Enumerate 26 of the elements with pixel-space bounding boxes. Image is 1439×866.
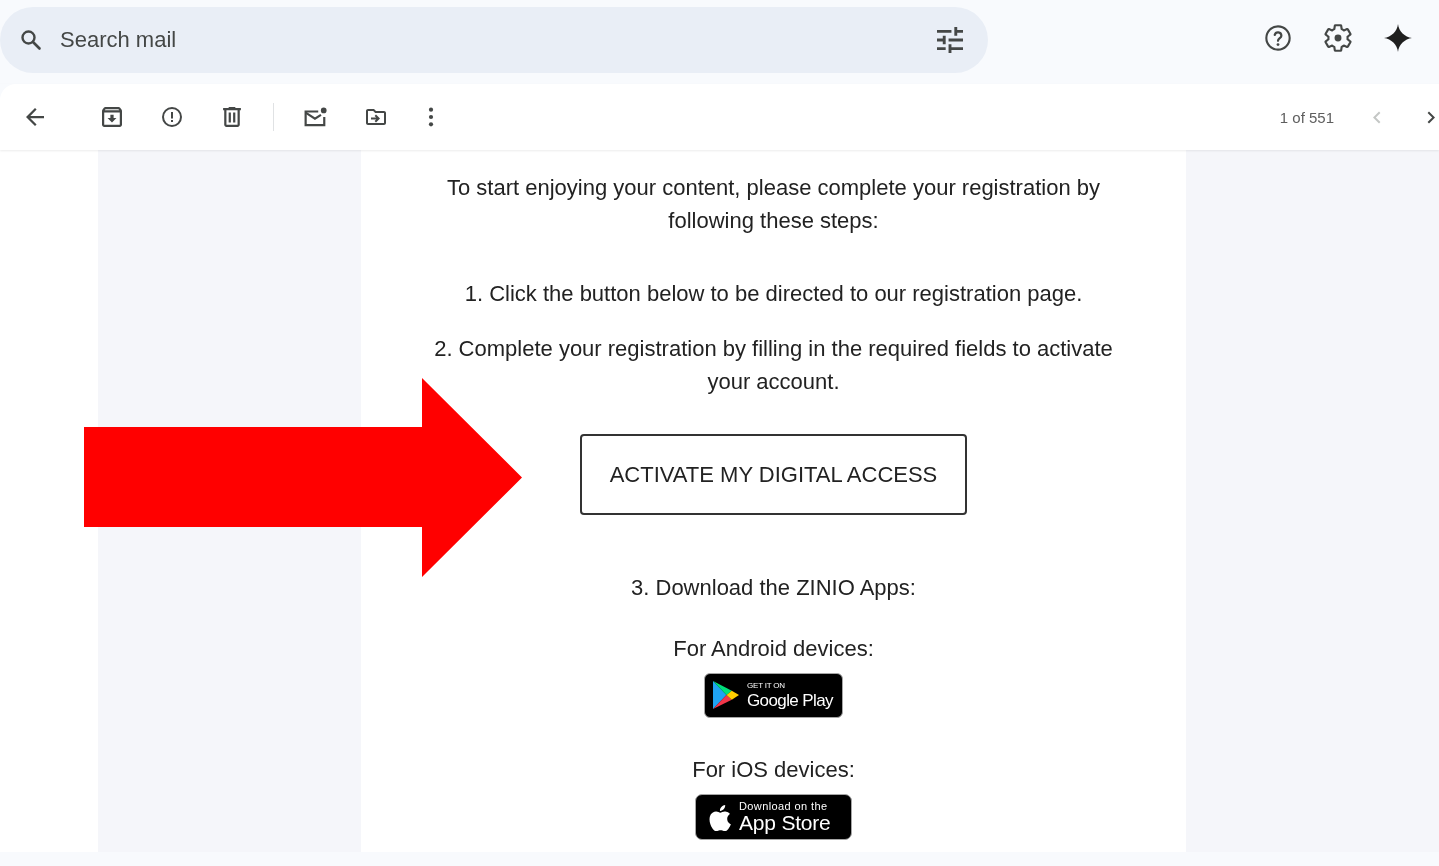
activate-button[interactable]: ACTIVATE MY DIGITAL ACCESS xyxy=(580,434,967,515)
platform-label: For iOS devices: xyxy=(691,756,856,784)
step-text: 1. Click the button below to be directed to our registration page. xyxy=(463,280,1084,308)
sparkle-icon[interactable] xyxy=(1384,24,1412,52)
search-icon[interactable] xyxy=(19,28,43,52)
play-triangle-icon xyxy=(713,681,739,710)
sliders-icon[interactable] xyxy=(937,27,963,53)
back-arrow-icon[interactable] xyxy=(26,108,44,126)
envelope-icon[interactable] xyxy=(304,107,327,127)
apple-icon xyxy=(707,803,731,831)
settings-icon[interactable] xyxy=(1324,24,1352,52)
step-text: 2. Complete your registration by filling in the required fields to activate your account. xyxy=(433,335,1114,396)
app-store-badge[interactable]: Download on the App Store xyxy=(695,794,852,840)
intro-text: To start enjoying your content, please complete your registration by following these steps: xyxy=(446,174,1101,235)
chevron-right-icon[interactable] xyxy=(1427,110,1436,124)
folder-arrow-icon[interactable] xyxy=(366,107,386,127)
exclamation-icon[interactable] xyxy=(162,107,182,127)
download-heading: 3. Download the ZINIO Apps: xyxy=(630,574,917,602)
help-icon[interactable] xyxy=(1264,24,1292,52)
search-field[interactable]: Search mail xyxy=(0,7,988,73)
archive-icon[interactable] xyxy=(102,107,122,127)
google-play-badge[interactable]: GET IT ON Google Play xyxy=(704,673,843,718)
pager-count: 1 of 551 xyxy=(1279,108,1334,126)
vertical-dots-icon[interactable] xyxy=(428,107,434,127)
trash-icon[interactable] xyxy=(222,107,242,127)
platform-label: For Android devices: xyxy=(672,635,875,663)
